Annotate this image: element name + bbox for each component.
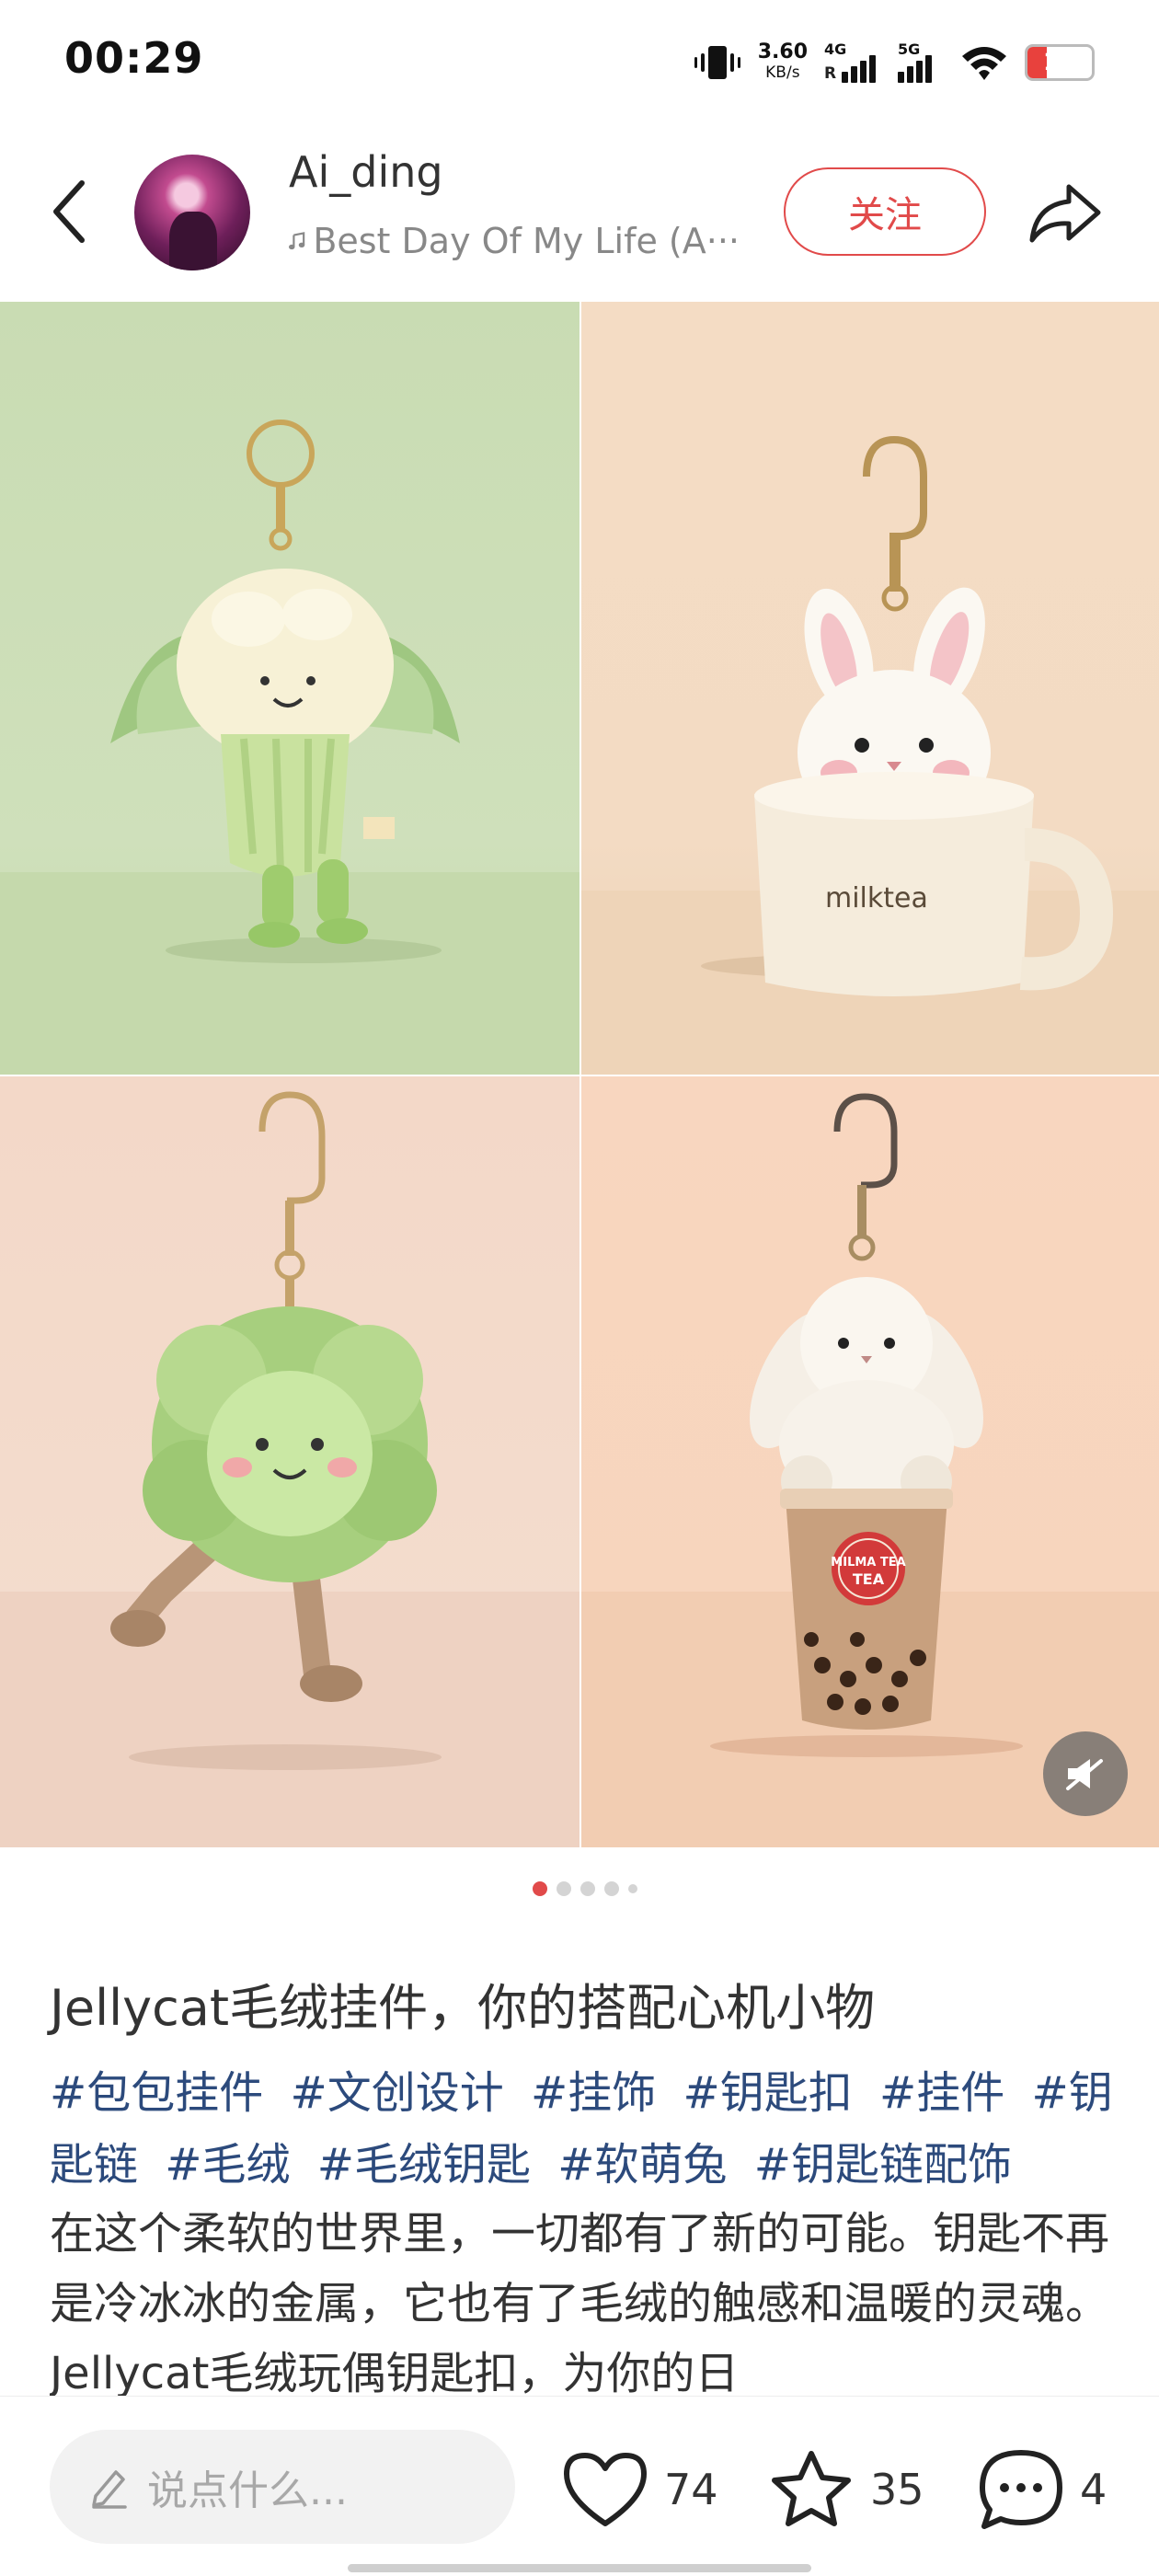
status-icons: 3.60 KB/s 4G R 5G 16 [694, 35, 1095, 90]
music-note-icon [289, 232, 305, 250]
tag-link[interactable]: #钥匙链配饰 [754, 2139, 1012, 2191]
sound-toggle-button[interactable] [1043, 1731, 1128, 1816]
svg-text:MILMA TEA: MILMA TEA [831, 1556, 905, 1570]
gallery-image-bunny-milktea: milktea [581, 302, 1159, 1075]
signal-4g-icon: 4G R [824, 40, 881, 83]
tag-link[interactable]: #文创设计 [291, 2067, 504, 2119]
share-button[interactable] [1028, 177, 1102, 250]
post-body: 在这个柔软的世界里，一切都有了新的可能。钥匙不再是冷冰冰的金属，它也有了毛绒的触… [50, 2208, 1110, 2399]
wifi-icon [962, 47, 1006, 80]
network-speed-value: 3.60 [757, 40, 808, 63]
post-tags: #包包挂件 #文创设计 #挂饰 #钥匙扣 #挂件 #钥匙链 #毛绒 #毛绒钥匙 … [50, 2057, 1126, 2201]
bottom-action-bar: 说点什么... 74 35 4 [0, 2396, 1159, 2576]
username[interactable]: Ai_ding [289, 147, 443, 197]
music-info[interactable]: Best Day Of My Life (A··· [289, 221, 740, 261]
heart-icon [564, 2453, 647, 2526]
avatar[interactable] [134, 155, 250, 270]
comment-input[interactable]: 说点什么... [50, 2430, 515, 2544]
svg-text:TEA: TEA [853, 1570, 885, 1588]
tag-link[interactable]: #挂饰 [531, 2067, 656, 2119]
home-indicator[interactable] [348, 2564, 811, 2572]
network-speed: 3.60 KB/s [758, 42, 808, 83]
image-gallery[interactable]: milktea MILMA TEA TEA [0, 302, 1159, 1847]
tag-link[interactable]: #钥匙扣 [683, 2067, 853, 2119]
tag-link[interactable]: #包包挂件 [50, 2067, 263, 2119]
gallery-image-cabbage [0, 1076, 580, 1847]
page-dot-2 [557, 1881, 571, 1896]
tag-link[interactable]: #毛绒 [165, 2139, 290, 2191]
comment-button[interactable]: 4 [977, 2448, 1107, 2531]
page-dot-1 [533, 1881, 547, 1896]
comment-bubble-icon [980, 2450, 1062, 2529]
star-icon [772, 2451, 851, 2526]
status-bar: 00:29 3.60 KB/s 4G R 5G 16 [0, 0, 1159, 129]
comment-count: 4 [1080, 2465, 1107, 2514]
chevron-left-icon [53, 180, 85, 243]
post-header: Ai_ding Best Day Of My Life (A··· 关注 [0, 129, 1159, 299]
favorite-count: 35 [870, 2465, 924, 2514]
favorite-button[interactable]: 35 [767, 2448, 924, 2531]
battery-level: 16 [1042, 49, 1077, 76]
gallery-image-cauliflower [0, 302, 580, 1075]
post-title: Jellycat毛绒挂件，你的搭配心机小物 [50, 1979, 876, 2037]
pencil-icon [92, 2470, 127, 2509]
tag-link[interactable]: #软萌兔 [557, 2139, 727, 2191]
network-speed-unit: KB/s [765, 63, 800, 82]
battery-icon: 16 [1025, 44, 1095, 81]
follow-button[interactable]: 关注 [784, 167, 986, 256]
signal-5g-icon: 5G [898, 40, 944, 83]
vibrate-icon [694, 46, 740, 79]
signal-5g-label: 5G [898, 40, 921, 58]
gallery-page-indicator [0, 1879, 1159, 1899]
page-dot-4 [604, 1881, 619, 1896]
cup-text-milktea: milktea [825, 882, 928, 914]
tag-link[interactable]: #挂件 [879, 2067, 1004, 2119]
speaker-muted-icon [1066, 1759, 1103, 1790]
status-time: 00:29 [64, 33, 204, 83]
tag-link[interactable]: #毛绒钥匙 [317, 2139, 531, 2191]
signal-4g-label: 4G [824, 40, 847, 58]
comment-placeholder: 说点什么... [147, 2467, 348, 2514]
back-button[interactable] [37, 175, 101, 248]
like-count: 74 [664, 2465, 718, 2514]
gallery-image-bunny-bubble-tea: MILMA TEA TEA [581, 1076, 1159, 1847]
page-dot-3 [580, 1881, 595, 1896]
music-title: Best Day Of My Life (A··· [313, 221, 740, 261]
share-arrow-icon [1029, 184, 1101, 243]
like-button[interactable]: 74 [561, 2448, 718, 2531]
page-dot-5 [628, 1884, 637, 1893]
